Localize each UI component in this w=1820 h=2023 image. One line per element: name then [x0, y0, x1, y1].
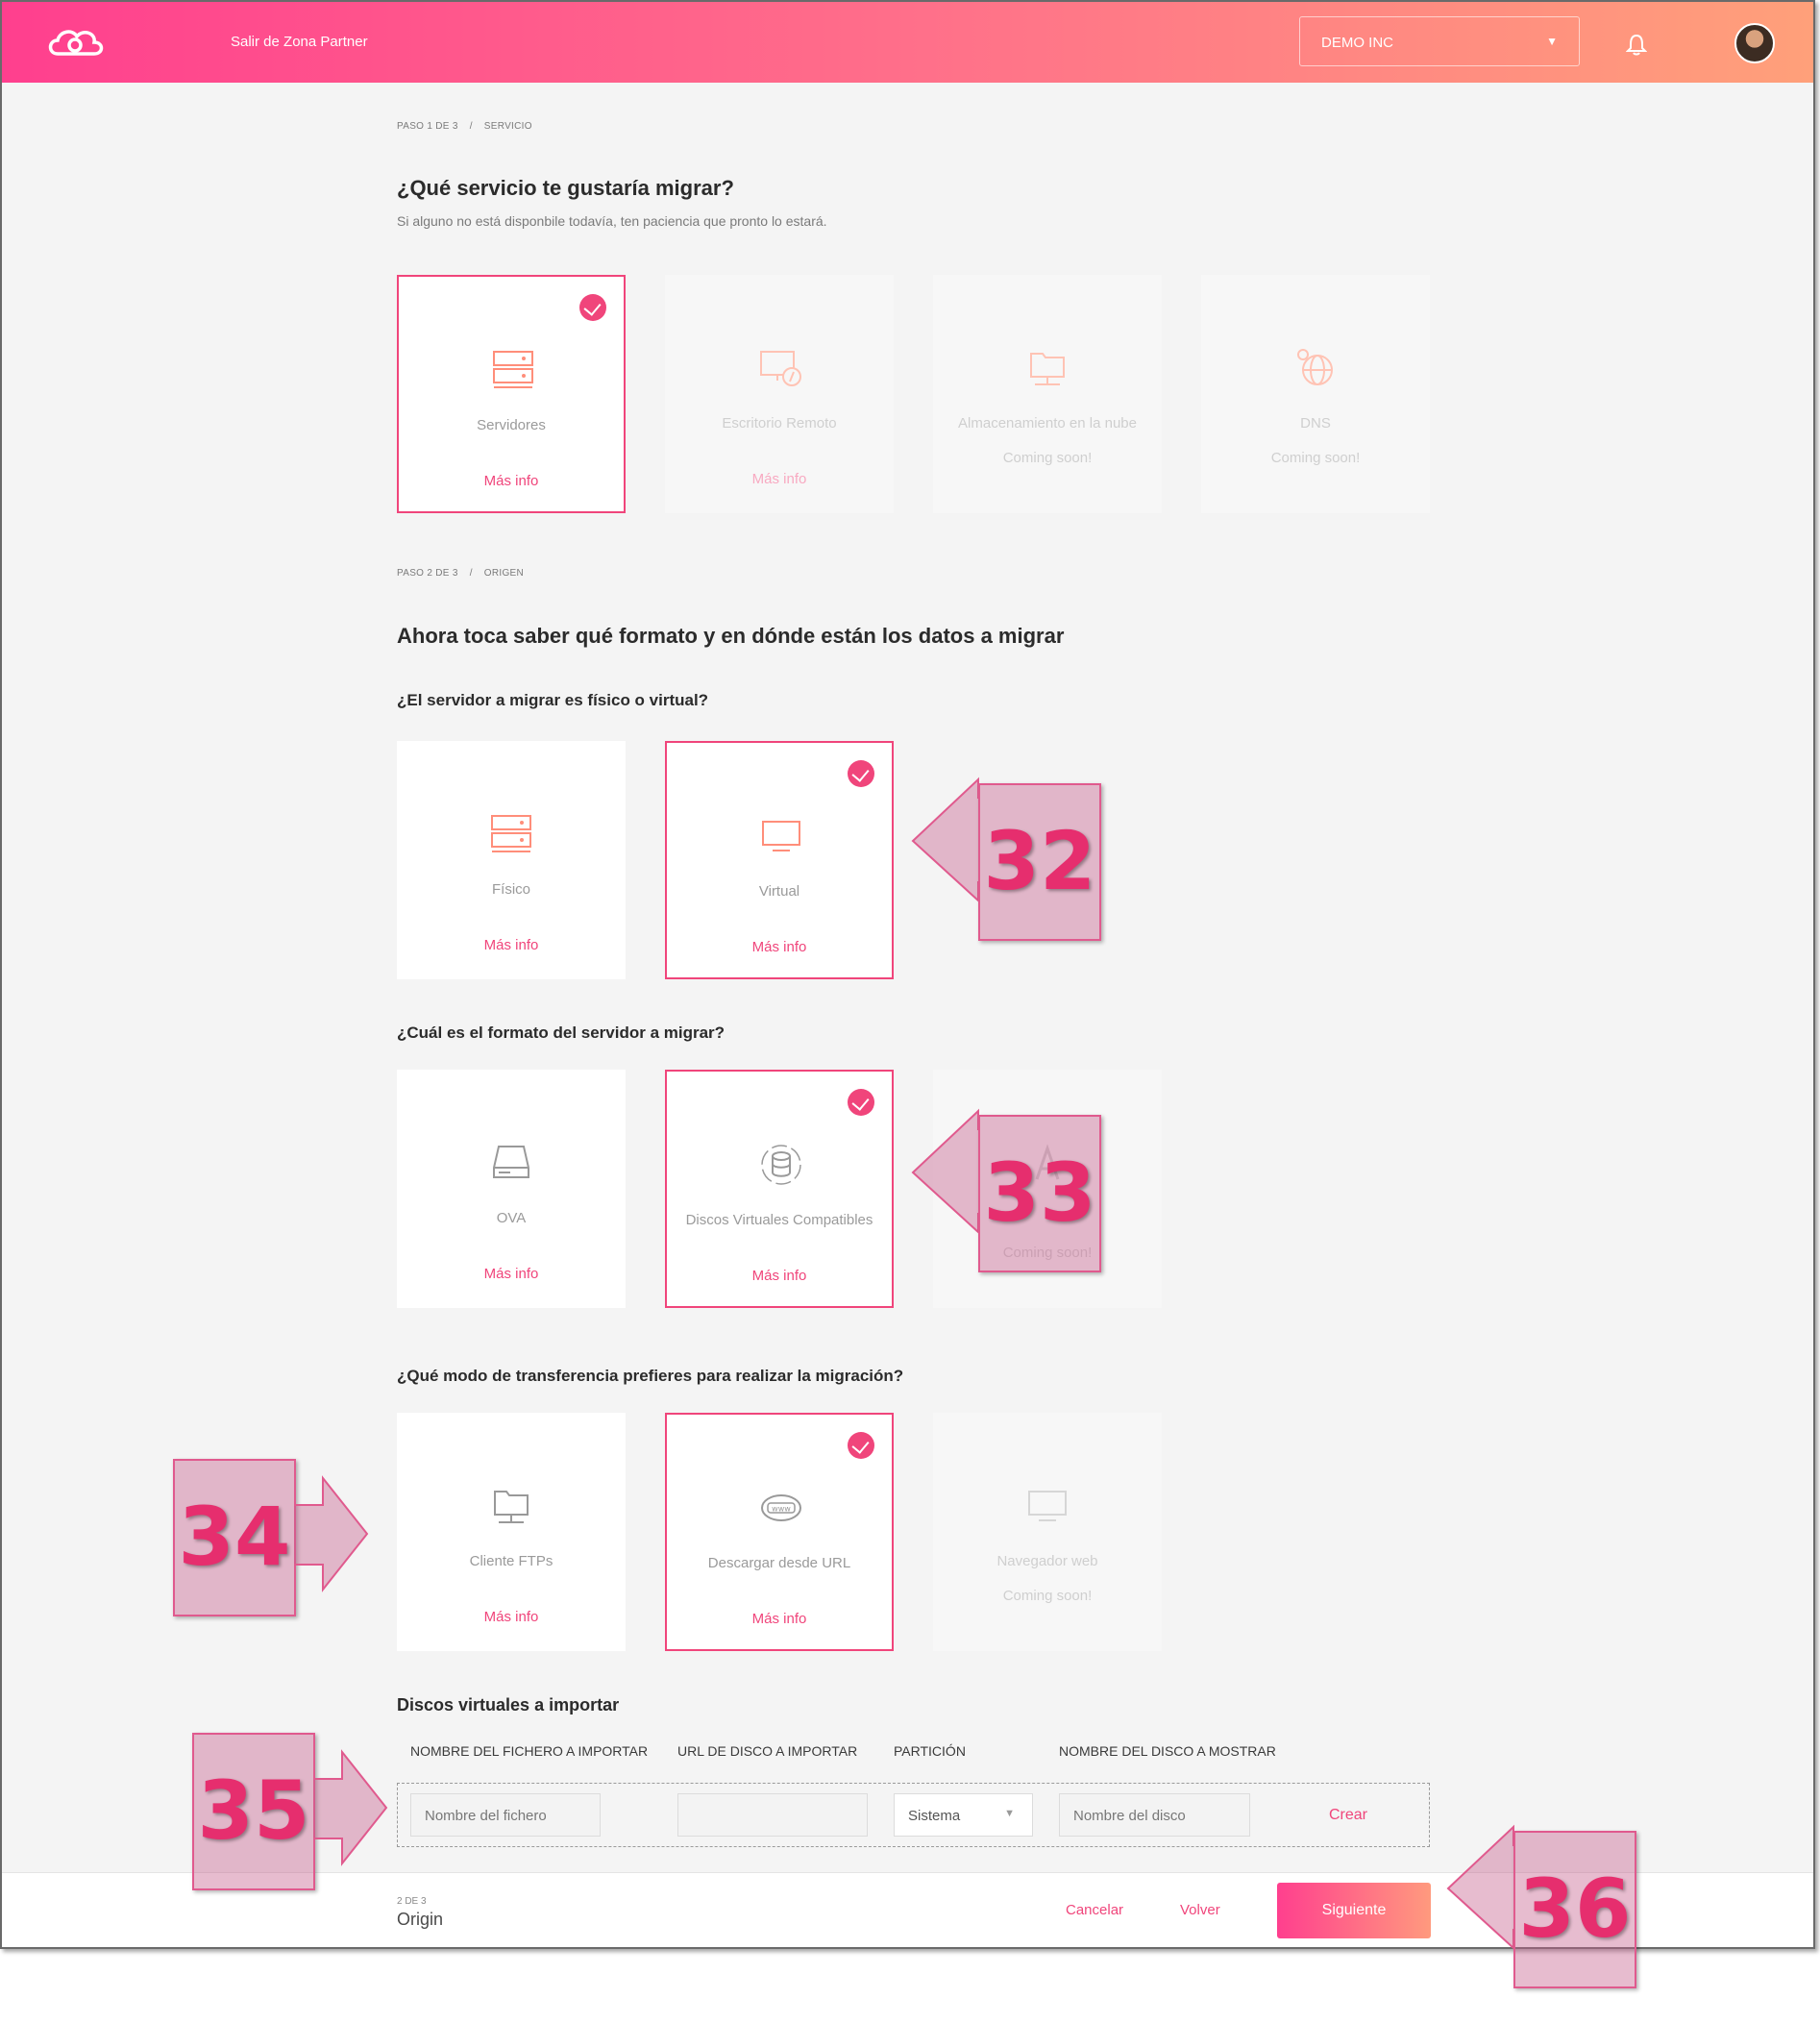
page-subtitle: Si alguno no está disponbile todavía, te… — [397, 213, 827, 229]
company-select-value: DEMO INC — [1321, 35, 1393, 51]
remote-desktop-icon — [760, 351, 801, 386]
app-window: Salir de Zona Partner DEMO INC ▼ PASO 1 … — [0, 0, 1815, 1949]
card-label: Virtual — [758, 883, 800, 900]
column-header-file-name: NOMBRE DEL FICHERO A IMPORTAR — [410, 1743, 649, 1759]
database-icon — [761, 1145, 801, 1185]
breadcrumb-section: SERVICIO — [483, 121, 532, 132]
option-card-cliente-ftps[interactable]: Cliente FTPs Más info — [397, 1413, 626, 1651]
server-icon — [491, 815, 531, 852]
company-select[interactable]: DEMO INC ▼ — [1299, 16, 1580, 66]
back-link[interactable]: Volver — [1180, 1902, 1220, 1918]
callout-number: 35 — [197, 1764, 310, 1858]
monitor-icon — [762, 821, 800, 851]
card-label: Físico — [491, 881, 530, 898]
breadcrumb: PASO 1 DE 3 / SERVICIO — [397, 121, 532, 132]
partition-select[interactable]: Sistema ▼ — [894, 1793, 1033, 1837]
question-format: ¿Cuál es el formato del servidor a migra… — [397, 1024, 726, 1042]
coming-soon-label: Coming soon! — [1270, 450, 1361, 466]
more-info-link[interactable]: Más info — [667, 1268, 892, 1284]
card-label: Escritorio Remoto — [722, 415, 837, 432]
card-label: Cliente FTPs — [469, 1553, 553, 1569]
avatar[interactable] — [1734, 23, 1775, 63]
option-card-discos-virtuales[interactable]: Discos Virtuales Compatibles Más info — [665, 1070, 894, 1308]
option-card-ova[interactable]: OVA Más info — [397, 1070, 626, 1308]
card-label: Navegador web — [996, 1553, 1098, 1569]
chevron-down-icon: ▼ — [1004, 1808, 1015, 1819]
card-label: OVA — [496, 1210, 527, 1226]
breadcrumb-separator: / — [469, 568, 473, 579]
ftp-folder-icon — [494, 1491, 529, 1523]
check-icon — [848, 1432, 874, 1459]
section-title: Ahora toca saber qué formato y en dónde … — [397, 624, 1065, 648]
callout-number: 34 — [178, 1490, 291, 1584]
column-header-partition: PARTICIÓN — [894, 1743, 966, 1759]
browser-monitor-icon — [1028, 1491, 1067, 1521]
svg-text:www: www — [772, 1505, 791, 1514]
cloud-storage-folder-icon — [1030, 353, 1065, 385]
coming-soon-label: Coming soon! — [1002, 1588, 1093, 1604]
column-header-disk-url: URL DE DISCO A IMPORTAR — [677, 1743, 858, 1759]
bell-icon[interactable] — [1626, 33, 1647, 56]
check-icon — [579, 294, 606, 321]
callout-number: 32 — [983, 814, 1096, 908]
left-arrow-icon — [1446, 1824, 1514, 1951]
callout-number: 33 — [983, 1146, 1096, 1240]
column-header-disk-display-name: NOMBRE DEL DISCO A MOSTRAR — [1059, 1743, 1276, 1759]
card-label: Descargar desde URL — [707, 1555, 851, 1571]
more-info-link[interactable]: Más info — [667, 1611, 892, 1627]
callout-number: 36 — [1518, 1862, 1632, 1956]
breadcrumb: PASO 2 DE 3 / ORIGEN — [397, 568, 524, 579]
breadcrumb-section: ORIGEN — [483, 568, 525, 579]
check-icon — [848, 1089, 874, 1116]
cloud-logo-icon[interactable] — [44, 23, 106, 62]
service-card-servidores[interactable]: Servidores Más info — [397, 275, 626, 513]
more-info-link[interactable]: Más info — [399, 473, 624, 489]
service-card-escritorio-remoto: Escritorio Remoto Más info — [665, 275, 894, 513]
breadcrumb-step: PASO 1 DE 3 — [397, 121, 458, 132]
virtual-disks-title: Discos virtuales a importar — [397, 1695, 620, 1715]
cancel-link[interactable]: Cancelar — [1066, 1902, 1123, 1918]
disk-url-input[interactable] — [677, 1793, 868, 1837]
page-title: ¿Qué servicio te gustaría migrar? — [397, 176, 734, 200]
footer-step-name: Origin — [397, 1910, 444, 1929]
card-label: Servidores — [477, 417, 546, 433]
option-card-virtual[interactable]: Virtual Más info — [665, 741, 894, 979]
create-link[interactable]: Crear — [1329, 1807, 1367, 1824]
service-card-almacenamiento: Almacenamiento en la nube Coming soon! — [933, 275, 1162, 513]
hard-drive-icon — [493, 1146, 529, 1178]
check-icon — [848, 760, 874, 787]
option-card-descargar-url[interactable]: www Descargar desde URL Más info — [665, 1413, 894, 1651]
more-info-link[interactable]: Más info — [665, 471, 894, 487]
file-name-input[interactable]: Nombre del fichero — [410, 1793, 601, 1837]
more-info-link[interactable]: Más info — [397, 1266, 626, 1282]
right-arrow-icon — [313, 1749, 388, 1866]
left-arrow-icon — [911, 1108, 979, 1235]
server-icon — [493, 351, 533, 388]
exit-partner-zone-link[interactable]: Salir de Zona Partner — [231, 34, 368, 50]
more-info-link[interactable]: Más info — [397, 1609, 626, 1625]
globe-icon — [1297, 349, 1333, 385]
next-button[interactable]: Siguiente — [1277, 1883, 1431, 1938]
question-physical-virtual: ¿El servidor a migrar es físico o virtua… — [397, 691, 709, 709]
left-arrow-icon — [911, 777, 979, 903]
footer-step-count: 2 DE 3 — [397, 1896, 427, 1907]
more-info-link[interactable]: Más info — [397, 937, 626, 953]
card-label: DNS — [1300, 415, 1331, 432]
breadcrumb-separator: / — [469, 121, 473, 132]
question-transfer-mode: ¿Qué modo de transferencia prefieres par… — [397, 1367, 904, 1385]
partition-select-value: Sistema — [908, 1808, 961, 1824]
card-label: Discos Virtuales Compatibles — [685, 1212, 873, 1228]
coming-soon-label: Coming soon! — [1002, 450, 1093, 466]
top-bar: Salir de Zona Partner DEMO INC ▼ — [2, 2, 1813, 83]
option-card-navegador-web: Navegador web Coming soon! — [933, 1413, 1162, 1651]
service-card-dns: DNS Coming soon! — [1201, 275, 1430, 513]
right-arrow-icon — [294, 1475, 369, 1592]
disk-display-name-input[interactable]: Nombre del disco — [1059, 1793, 1250, 1837]
option-card-fisico[interactable]: Físico Más info — [397, 741, 626, 979]
card-label: Almacenamiento en la nube — [958, 415, 1137, 432]
chevron-down-icon: ▼ — [1546, 35, 1558, 48]
www-icon: www — [761, 1494, 801, 1521]
breadcrumb-step: PASO 2 DE 3 — [397, 568, 458, 579]
more-info-link[interactable]: Más info — [667, 939, 892, 955]
